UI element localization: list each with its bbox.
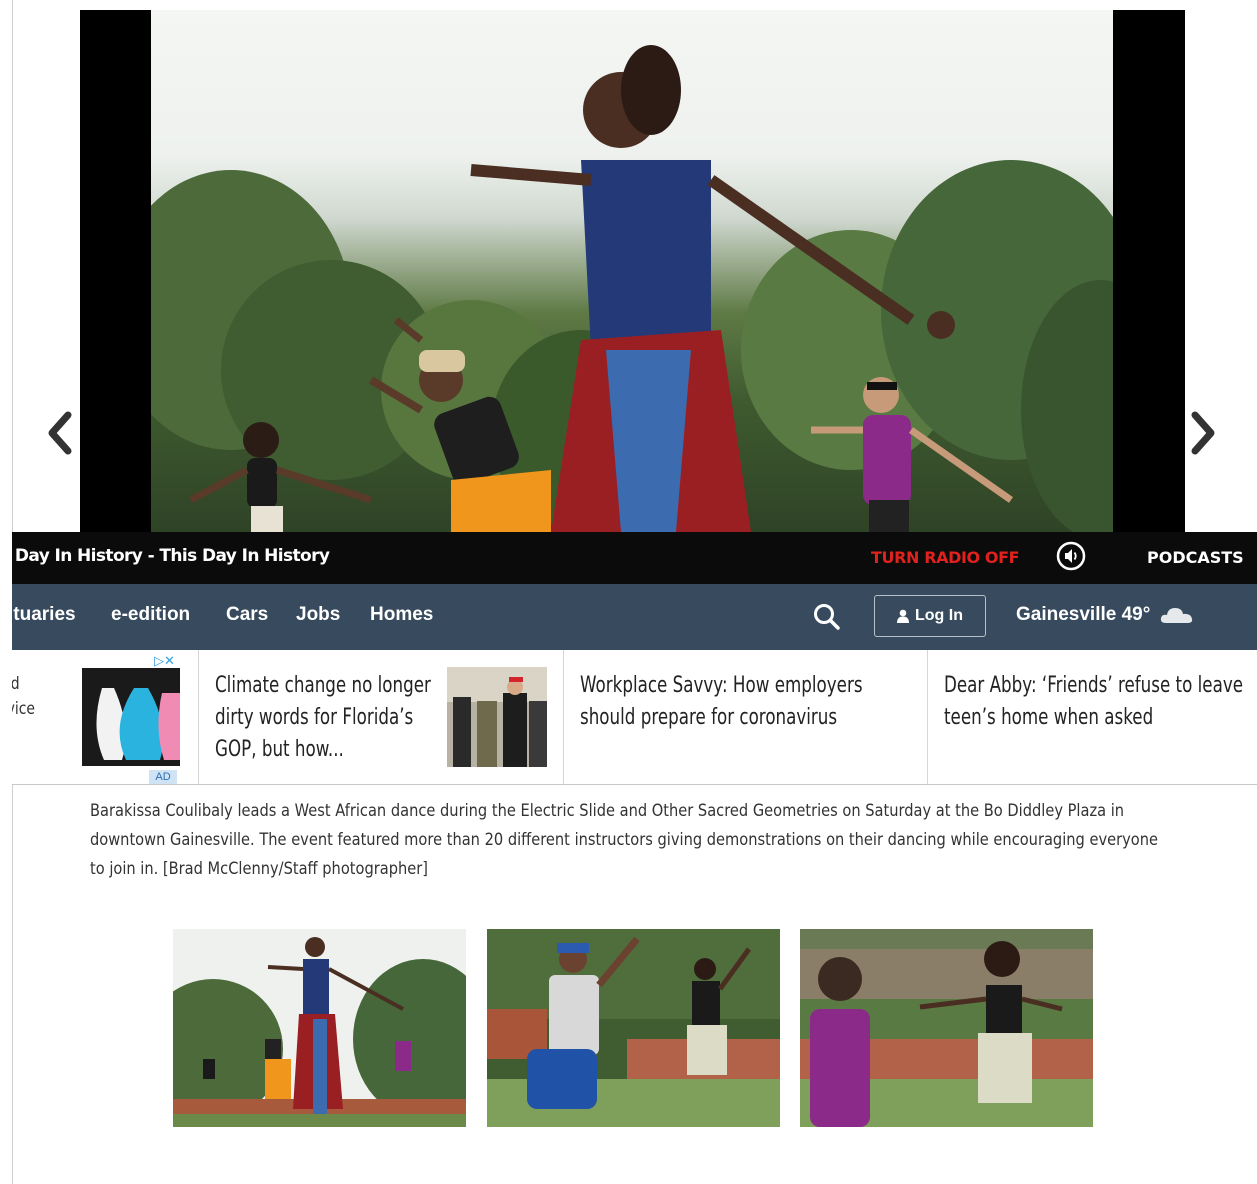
next-photo-button[interactable] xyxy=(1183,408,1223,458)
ad-badge: AD xyxy=(149,770,177,784)
speaker-icon xyxy=(1056,541,1086,571)
radio-ticker: s Day In History - This Day In History xyxy=(12,546,330,566)
nav-link-jobs[interactable]: Jobs xyxy=(296,604,340,626)
thumbnail-photo[interactable] xyxy=(487,929,780,1127)
ad-image xyxy=(82,668,180,766)
search-button[interactable] xyxy=(812,602,842,632)
user-icon xyxy=(897,609,909,623)
story-title: Dear Abby: ‘Friends’ refuse to leave tee… xyxy=(944,673,1244,730)
ad-text-line: uld xyxy=(12,672,35,697)
ad-choices-icon[interactable]: ▷✕ xyxy=(154,653,175,669)
thumbnail-photo[interactable] xyxy=(173,929,466,1127)
ad-unit[interactable]: uld evice ▷✕ AD xyxy=(12,650,199,784)
nav-link-e-edition[interactable]: e-edition xyxy=(111,604,190,626)
radio-bar: s Day In History - This Day In History T… xyxy=(12,532,1257,584)
story-title: Workplace Savvy: How employers should pr… xyxy=(580,673,863,730)
volume-button[interactable] xyxy=(1056,541,1086,571)
nav-link-cars[interactable]: Cars xyxy=(226,604,268,626)
ad-text-line: evice xyxy=(12,699,35,719)
weather-text: Gainesville 49° xyxy=(1016,604,1151,625)
nav-link-obituaries[interactable]: ituaries xyxy=(12,604,76,626)
turn-radio-off-button[interactable]: TURN RADIO OFF xyxy=(871,548,1020,567)
login-button[interactable]: Log In xyxy=(874,595,986,637)
podcasts-link[interactable]: PODCASTS xyxy=(1147,548,1244,567)
search-icon xyxy=(814,604,840,630)
main-photo xyxy=(151,10,1113,532)
photo-caption: Barakissa Coulibaly leads a West African… xyxy=(90,801,1158,879)
story-card[interactable]: Dear Abby: ‘Friends’ refuse to leave tee… xyxy=(928,650,1257,784)
nav-link-homes[interactable]: Homes xyxy=(370,604,433,626)
story-title: Climate change no longer dirty words for… xyxy=(215,673,431,762)
chevron-left-icon xyxy=(48,411,72,455)
weather-widget[interactable]: Gainesville 49° xyxy=(1016,604,1194,626)
chevron-right-icon xyxy=(1191,411,1215,455)
cloud-icon xyxy=(1161,608,1193,623)
story-card[interactable]: Workplace Savvy: How employers should pr… xyxy=(564,650,928,784)
login-label: Log In xyxy=(915,607,963,624)
ad-text: uld evice xyxy=(12,672,35,722)
main-nav: ituaries e-edition Cars Jobs Homes Log I… xyxy=(12,584,1257,650)
story-card[interactable]: Climate change no longer dirty words for… xyxy=(199,650,564,784)
story-thumbnail xyxy=(447,667,547,767)
thumbnail-photo[interactable] xyxy=(800,929,1093,1127)
photo-stage xyxy=(80,10,1185,532)
nav-links: ituaries e-edition Cars Jobs Homes xyxy=(12,584,472,650)
previous-photo-button[interactable] xyxy=(40,408,80,458)
article-strip: uld evice ▷✕ AD Climate change no longer… xyxy=(12,650,1257,785)
